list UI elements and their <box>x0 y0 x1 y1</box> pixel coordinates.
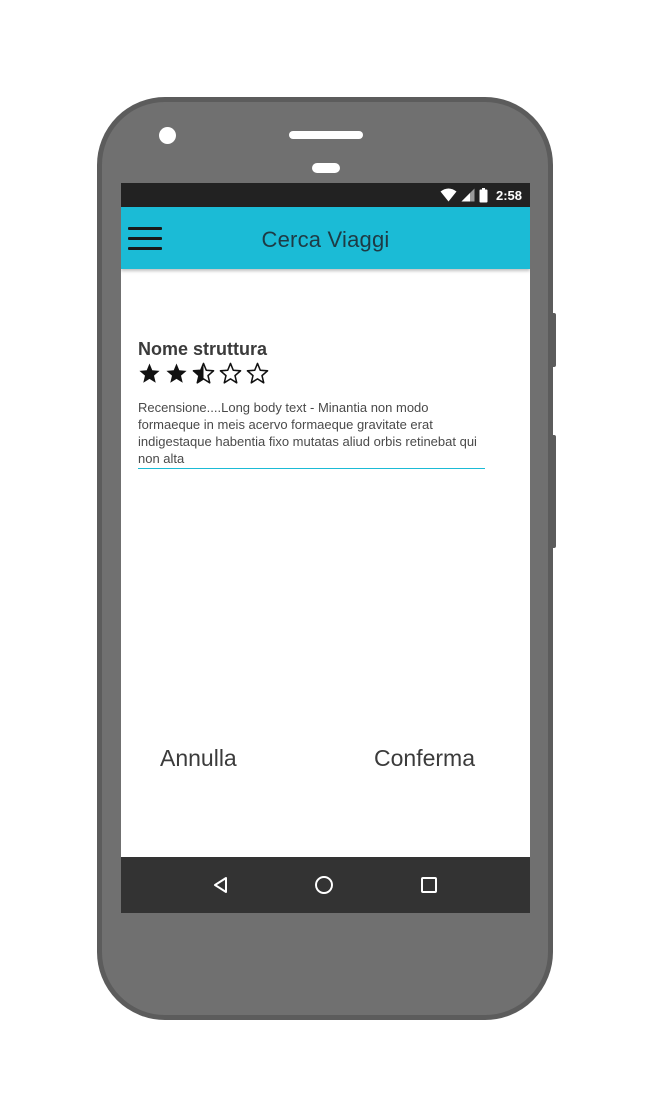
status-icons: 2:58 <box>440 183 522 207</box>
star-rating[interactable] <box>138 362 269 385</box>
confirm-button[interactable]: Conferma <box>374 745 475 772</box>
earpiece-speaker <box>289 131 363 139</box>
star-full-icon[interactable] <box>165 362 188 385</box>
signal-icon <box>461 188 475 202</box>
star-half-icon[interactable] <box>192 362 215 385</box>
wifi-icon <box>440 188 457 202</box>
status-bar: 2:58 <box>121 183 530 207</box>
battery-icon <box>479 187 488 202</box>
star-empty-icon[interactable] <box>246 362 269 385</box>
back-icon[interactable] <box>211 874 233 896</box>
power-button <box>551 435 556 548</box>
volume-button <box>551 313 556 367</box>
recent-apps-icon[interactable] <box>418 874 440 896</box>
app-bar: Cerca Viaggi <box>121 207 530 269</box>
navigation-bar <box>121 857 530 913</box>
front-camera <box>159 127 176 144</box>
cancel-button[interactable]: Annulla <box>160 745 237 772</box>
status-time: 2:58 <box>495 187 522 203</box>
review-text-field[interactable]: Recensione....Long body text - Minantia … <box>138 399 485 469</box>
device-mockup: 2:58 Cerca Viaggi Nome struttura Recensi… <box>0 0 656 1117</box>
star-empty-icon[interactable] <box>219 362 242 385</box>
star-full-icon[interactable] <box>138 362 161 385</box>
structure-name: Nome struttura <box>138 339 268 359</box>
page-title: Cerca Viaggi <box>261 227 390 252</box>
home-icon[interactable] <box>313 874 335 896</box>
screen: 2:58 Cerca Viaggi Nome struttura Recensi… <box>121 183 530 913</box>
proximity-sensor <box>312 163 340 173</box>
